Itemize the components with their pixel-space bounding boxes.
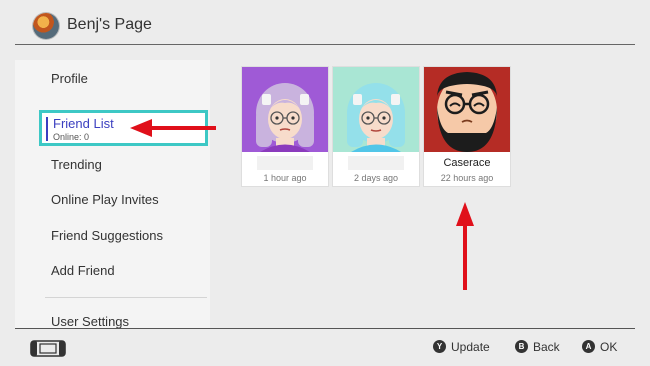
sidebar-item-friend-suggestions[interactable]: Friend Suggestions xyxy=(51,228,163,243)
mii-avatar xyxy=(242,67,328,152)
a-button-icon: A xyxy=(582,340,595,354)
friend-card[interactable]: Caserace 22 hours ago xyxy=(423,66,511,187)
sidebar-item-friend-list[interactable]: Friend List Online: 0 xyxy=(39,110,208,146)
footer-divider xyxy=(15,328,635,329)
update-button[interactable]: Y Update xyxy=(433,339,490,355)
friend-last-online: 1 hour ago xyxy=(263,173,307,183)
sidebar-item-label: Friend List xyxy=(53,116,114,131)
page-header: Benj's Page xyxy=(0,0,650,45)
mii-avatar xyxy=(333,67,419,152)
user-avatar[interactable] xyxy=(33,13,59,39)
friend-name: Caserace xyxy=(443,157,491,169)
friend-card[interactable]: 1 hour ago xyxy=(241,66,329,187)
online-count: Online: 0 xyxy=(53,132,90,142)
selection-indicator xyxy=(46,117,48,141)
friend-name-redacted xyxy=(257,156,313,170)
sidebar-item-user-settings[interactable]: User Settings xyxy=(51,314,129,328)
friend-name-redacted xyxy=(348,156,404,170)
update-label: Update xyxy=(451,339,490,354)
back-label: Back xyxy=(533,339,560,354)
annotation-arrow-up xyxy=(456,202,474,290)
sidebar-item-online-play-invites[interactable]: Online Play Invites xyxy=(51,192,159,207)
sidebar-item-profile[interactable]: Profile xyxy=(51,71,88,86)
friend-last-online: 22 hours ago xyxy=(440,173,494,183)
switch-console-icon xyxy=(30,340,66,357)
friend-card[interactable]: 2 days ago xyxy=(332,66,420,187)
y-button-icon: Y xyxy=(433,340,446,354)
b-button-icon: B xyxy=(515,340,528,354)
mii-avatar xyxy=(424,67,510,152)
back-button[interactable]: B Back xyxy=(515,339,560,355)
ok-label: OK xyxy=(600,339,618,354)
sidebar: Profile Friend List Online: 0 Trending O… xyxy=(15,60,210,328)
sidebar-divider xyxy=(45,297,207,298)
sidebar-item-add-friend[interactable]: Add Friend xyxy=(51,263,115,278)
friend-last-online: 2 days ago xyxy=(353,173,399,183)
page-title: Benj's Page xyxy=(67,16,152,33)
sidebar-item-trending[interactable]: Trending xyxy=(51,157,102,172)
ok-button[interactable]: A OK xyxy=(582,339,617,355)
header-divider xyxy=(15,44,635,45)
